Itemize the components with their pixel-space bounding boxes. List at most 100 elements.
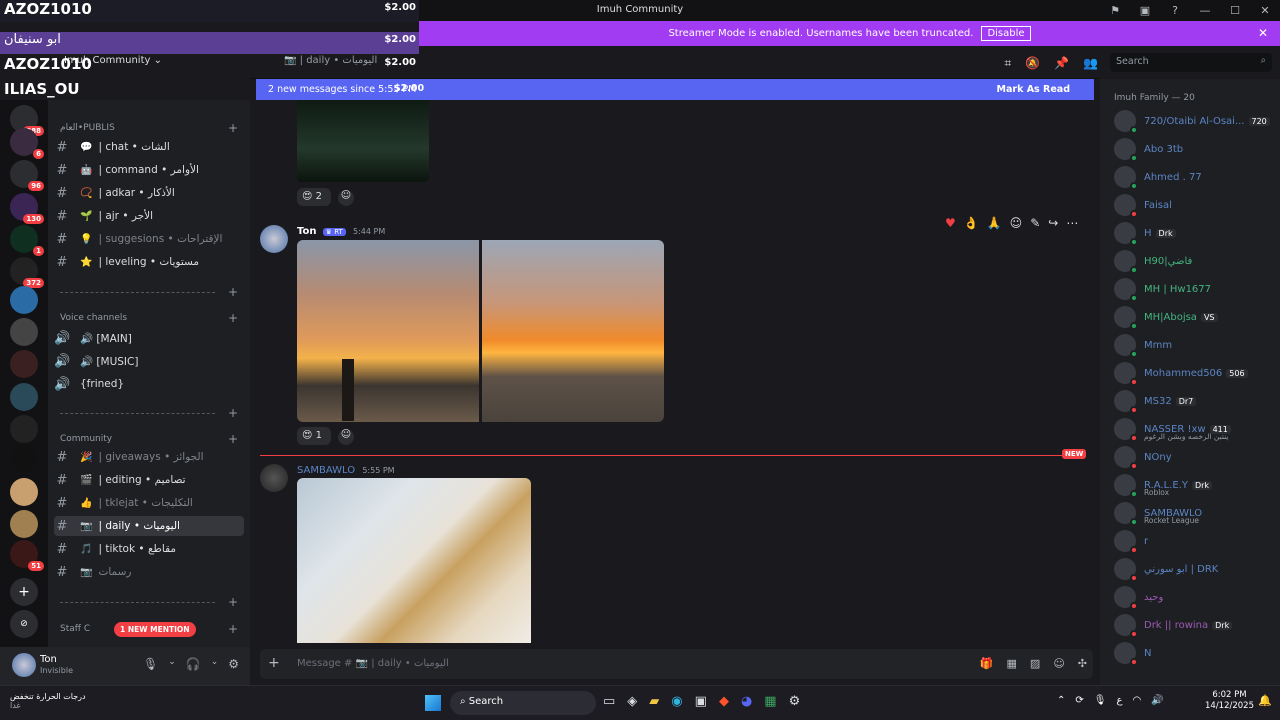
member-item[interactable]: H90|فاضي — [1114, 249, 1274, 274]
server-icon[interactable]: 372 — [10, 257, 44, 288]
sunset-image-1[interactable] — [297, 240, 479, 422]
settings-icon[interactable]: ⚙ — [789, 694, 801, 709]
members-icon[interactable]: 👥 — [1083, 56, 1098, 71]
server-icon[interactable] — [10, 478, 38, 506]
server-icon[interactable] — [10, 383, 38, 411]
channel-item[interactable]: # 🎬 | editing • تصاميم — [54, 470, 244, 490]
gif-icon[interactable]: ▦ — [1007, 657, 1017, 670]
category-staff[interactable]: Staff C — [60, 624, 90, 634]
server-icon[interactable]: 6 — [10, 128, 44, 159]
language-icon[interactable]: ع — [1116, 695, 1122, 706]
member-item[interactable]: 720/Otaibi Al-Osai... 720 — [1114, 109, 1274, 134]
message-author[interactable]: Ton — [297, 226, 316, 237]
apps-icon[interactable]: ✣ — [1078, 657, 1087, 670]
add-channel-icon[interactable]: + — [228, 622, 238, 636]
microphone-icon[interactable]: 🎙 — [143, 657, 158, 671]
volume-icon[interactable]: 🔊 — [1151, 695, 1163, 706]
channel-item[interactable]: 🔊 🔊 [MUSIC] — [54, 351, 244, 371]
channel-item[interactable]: # 🎵 | tiktok • مقاطع — [54, 539, 244, 559]
member-item[interactable]: R.A.L.E.Y Drk Roblox — [1114, 473, 1274, 498]
edge-icon[interactable]: ◉ — [671, 694, 682, 709]
member-item[interactable]: H Drk — [1114, 221, 1274, 246]
member-item[interactable]: NASSER !xw 411 ينتبن الرخصه وبشن الرغوم — [1114, 417, 1274, 442]
file-explorer-icon[interactable]: ▰ — [649, 694, 659, 709]
server-icon[interactable] — [10, 350, 38, 378]
chevron-up-icon[interactable]: ⌃ — [1057, 695, 1065, 706]
new-mention-badge[interactable]: 1 NEW MENTION — [114, 622, 196, 637]
chevron-down-icon[interactable]: ⌄ — [211, 657, 219, 671]
channel-item[interactable]: # 🤖 | command • الأوامر — [54, 160, 244, 180]
member-item[interactable]: SAMBAWLO Rocket League — [1114, 501, 1274, 526]
app-icon[interactable]: ▦ — [764, 694, 776, 709]
mark-as-read-button[interactable]: Mark As Read — [997, 84, 1070, 95]
avatar[interactable] — [12, 653, 36, 677]
previous-image[interactable] — [297, 100, 429, 182]
close-banner-icon[interactable]: ✕ — [1258, 26, 1268, 40]
disable-button[interactable]: Disable — [981, 26, 1031, 41]
member-item[interactable]: Drk || rowina Drk — [1114, 613, 1274, 638]
member-item[interactable]: Mohammed506 506 — [1114, 361, 1274, 386]
member-item[interactable]: Mmm — [1114, 333, 1274, 358]
channel-item[interactable]: # 📷 | daily • اليوميات — [54, 516, 244, 536]
avatar[interactable] — [260, 464, 288, 492]
avatar[interactable] — [260, 225, 288, 253]
discord-icon[interactable]: ◕ — [741, 694, 752, 709]
channel-item[interactable]: # 💬 | chat • الشات — [54, 137, 244, 157]
category-voice[interactable]: Voice channels — [60, 313, 127, 323]
screen-icon[interactable]: ▣ — [1130, 4, 1160, 17]
add-channel-icon[interactable]: + — [228, 311, 238, 325]
add-channel-icon[interactable]: + — [228, 595, 238, 609]
clock[interactable]: 6:02 PM 14/12/2025 — [1205, 690, 1254, 712]
add-server-icon[interactable]: + — [10, 578, 38, 606]
sticker-icon[interactable]: ▨ — [1030, 657, 1040, 670]
server-icon[interactable] — [10, 445, 38, 473]
channel-item[interactable]: # ⭐ | leveling • مستويات — [54, 252, 244, 272]
headphones-icon[interactable]: 🎧 — [186, 657, 201, 671]
add-channel-icon[interactable]: + — [228, 121, 238, 135]
server-icon[interactable] — [10, 510, 38, 538]
member-item[interactable]: Abo 3tb — [1114, 137, 1274, 162]
mic-icon[interactable]: 🎙 — [1094, 695, 1107, 706]
minimize-button[interactable]: — — [1190, 4, 1220, 17]
add-reaction-icon[interactable]: ☺ — [338, 429, 354, 445]
add-reaction-icon[interactable]: ☺ — [1010, 216, 1023, 230]
member-item[interactable]: NOny — [1114, 445, 1274, 470]
food-image[interactable] — [297, 478, 531, 643]
reaction-pill[interactable]: 😍 2 — [297, 188, 331, 206]
member-item[interactable]: Ahmed . 77 — [1114, 165, 1274, 190]
attach-icon[interactable]: + — [268, 655, 280, 671]
copilot-icon[interactable]: ◈ — [627, 694, 637, 709]
channel-item[interactable]: # 📿 | adkar • الأذكار — [54, 183, 244, 203]
network-icon[interactable]: ⟳ — [1075, 695, 1083, 706]
category-community[interactable]: Community — [60, 434, 112, 444]
channel-item[interactable]: # 📷 رسمات — [54, 562, 244, 582]
forward-icon[interactable]: ↪ — [1048, 216, 1058, 230]
task-view-icon[interactable]: ▭ — [603, 694, 615, 709]
discover-icon[interactable]: ⊘ — [10, 610, 38, 638]
add-channel-icon[interactable]: + — [228, 406, 238, 420]
notification-mute-icon[interactable]: 🔕 — [1025, 56, 1040, 71]
channel-item[interactable]: # 🎉 | giveaways • الجوائز — [54, 447, 244, 467]
member-item[interactable]: MS32 Dr7 — [1114, 389, 1274, 414]
search-input[interactable]: Search ⌕ — [1110, 53, 1272, 72]
help-icon[interactable]: ? — [1160, 4, 1190, 17]
pin-icon[interactable]: 📌 — [1054, 56, 1069, 71]
heart-reaction-icon[interactable]: ♥ — [945, 216, 956, 230]
emoji-icon[interactable]: ☺ — [1053, 657, 1064, 670]
maximize-button[interactable]: ☐ — [1220, 4, 1250, 17]
member-item[interactable]: وحيد — [1114, 585, 1274, 610]
server-icon[interactable] — [10, 415, 38, 443]
gift-icon[interactable]: 🎁 — [980, 657, 994, 670]
chevron-down-icon[interactable]: ⌄ — [168, 657, 176, 671]
edit-icon[interactable]: ✎ — [1030, 216, 1040, 230]
threads-icon[interactable]: ⌗ — [1004, 56, 1011, 71]
channel-item[interactable]: 🔊 {frined} — [54, 374, 244, 394]
server-icon[interactable]: 130 — [10, 193, 44, 224]
server-icon[interactable] — [10, 318, 38, 346]
close-button[interactable]: ✕ — [1250, 4, 1280, 17]
channel-item[interactable]: # 👍 | tklejat • التكليجات — [54, 493, 244, 513]
member-item[interactable]: ابو سورني | DRK — [1114, 557, 1274, 582]
pray-reaction-icon[interactable]: 🙏 — [987, 216, 1002, 230]
more-icon[interactable]: ⋯ — [1066, 216, 1078, 230]
channel-item[interactable]: 🔊 🔊 [MAIN] — [54, 328, 244, 348]
